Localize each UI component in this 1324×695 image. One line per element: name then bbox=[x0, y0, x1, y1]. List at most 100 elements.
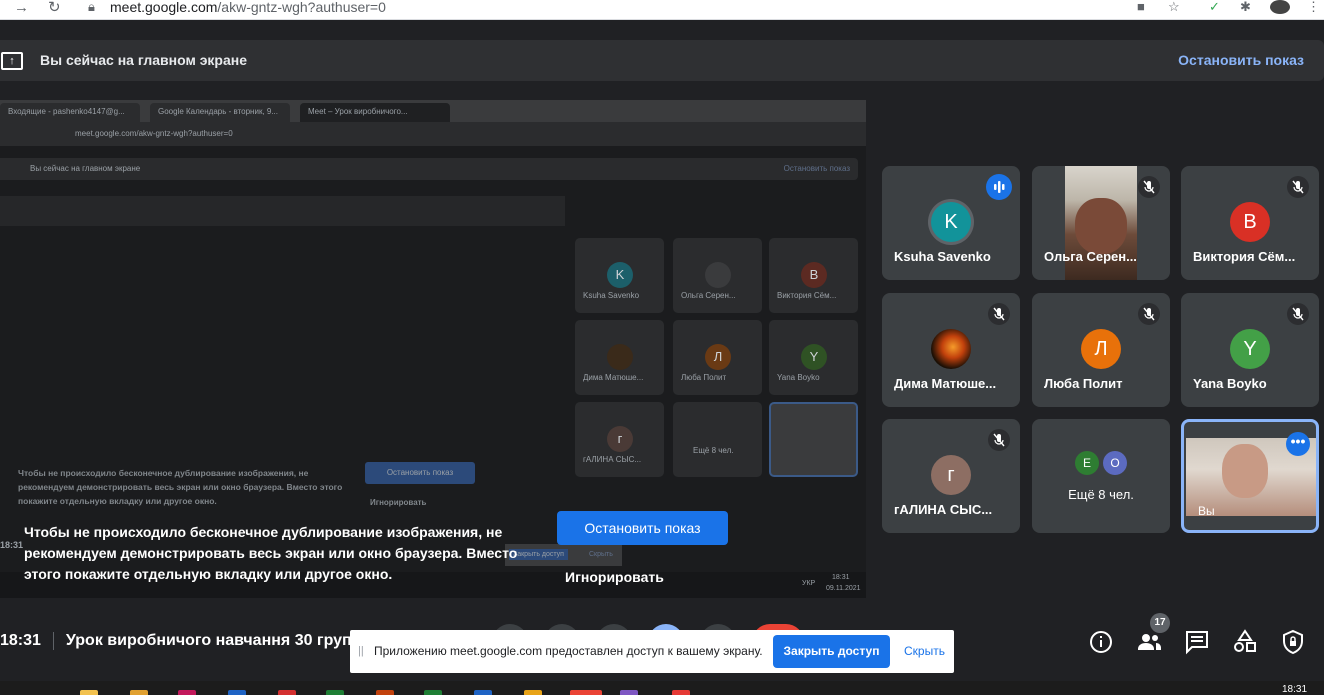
preview-avatar: Y bbox=[801, 344, 827, 370]
self-face bbox=[1222, 444, 1268, 498]
divider bbox=[52, 632, 54, 650]
reload-icon[interactable]: ↻ bbox=[48, 0, 61, 16]
browser-toolbar: → ↻ 🔒︎ meet.google.com/akw-gntz-wgh?auth… bbox=[0, 0, 1324, 20]
preview-avatar: Л bbox=[705, 344, 731, 370]
chat-icon[interactable] bbox=[1183, 628, 1211, 656]
preview-tile: Ольга Серен... bbox=[673, 238, 762, 313]
camera-icon[interactable]: ■ bbox=[1137, 0, 1145, 14]
viber-icon[interactable] bbox=[620, 690, 638, 695]
chrome-icon[interactable] bbox=[570, 690, 602, 695]
drag-handle-icon[interactable]: || bbox=[358, 645, 364, 657]
lock-icon[interactable]: 🔒︎ bbox=[88, 0, 95, 14]
banner-stop-presenting-button[interactable]: Остановить показ bbox=[1178, 52, 1304, 68]
participant-tile[interactable]: Y Yana Boyko bbox=[1181, 293, 1319, 407]
mic-off-icon bbox=[988, 429, 1010, 451]
participant-face bbox=[1075, 198, 1127, 254]
participant-avatar: K bbox=[931, 202, 971, 242]
participant-photo bbox=[931, 329, 971, 369]
participant-name: гАЛИНА СЫС... bbox=[894, 502, 993, 517]
participant-tile[interactable]: Ольга Серен... bbox=[1032, 166, 1170, 280]
preview-time: 18:31 bbox=[0, 540, 24, 550]
participant-tile[interactable]: K Ksuha Savenko bbox=[882, 166, 1020, 280]
participant-name: Люба Полит bbox=[1044, 376, 1123, 391]
preview-address-bar: meet.google.com/akw-gntz-wgh?authuser=0 bbox=[0, 122, 866, 146]
preview-banner: Вы сейчас на главном экране Остановить п… bbox=[0, 158, 858, 180]
preview-ignore-button: Игнорировать bbox=[370, 498, 427, 507]
participant-tile[interactable]: г гАЛИНА СЫС... bbox=[882, 419, 1020, 533]
participant-avatar: г bbox=[931, 455, 971, 495]
participant-avatar: Л bbox=[1081, 329, 1121, 369]
participant-tile[interactable]: Дима Матюше... bbox=[882, 293, 1020, 407]
preview-avatar: В bbox=[801, 262, 827, 288]
participant-name: Виктория Сём... bbox=[1193, 249, 1296, 264]
preview-stop-button: Остановить показ bbox=[365, 462, 475, 484]
windows-taskbar bbox=[0, 681, 1324, 695]
word-icon[interactable] bbox=[228, 690, 246, 695]
self-view-tile[interactable]: ••• Вы bbox=[1181, 419, 1319, 533]
preview-tile: Л Люба Полит bbox=[673, 320, 762, 395]
duplication-warning-text: Чтобы не происходило бесконечное дублиро… bbox=[24, 524, 518, 582]
powerpoint-icon[interactable] bbox=[376, 690, 394, 695]
participant-avatar: В bbox=[1230, 202, 1270, 242]
preview-tile: K Ksuha Savenko bbox=[575, 238, 664, 313]
profile-avatar[interactable] bbox=[1270, 0, 1290, 14]
forward-icon[interactable]: → bbox=[14, 0, 29, 16]
mic-off-icon bbox=[1287, 176, 1309, 198]
banner-text: Вы сейчас на главном экране bbox=[40, 52, 248, 68]
preview-url: meet.google.com/akw-gntz-wgh?authuser=0 bbox=[75, 129, 233, 138]
presentation-banner: ↑ Вы сейчас на главном экране Остановить… bbox=[0, 40, 1324, 81]
mini-avatar: O bbox=[1103, 451, 1127, 475]
info-icon[interactable] bbox=[1087, 628, 1115, 656]
stop-sharing-button[interactable]: Закрыть доступ bbox=[773, 635, 890, 668]
stop-presenting-button[interactable]: Остановить показ bbox=[557, 511, 728, 545]
participant-name: Дима Матюше... bbox=[894, 376, 997, 391]
preview-name: Ksuha Savenko bbox=[583, 291, 640, 300]
taskbar-app-icon[interactable] bbox=[672, 690, 690, 695]
extensions-icon[interactable]: ✱ bbox=[1240, 0, 1251, 14]
taskbar-app-icon[interactable] bbox=[424, 690, 442, 695]
mic-off-icon bbox=[1287, 303, 1309, 325]
participant-name: Ksuha Savenko bbox=[894, 249, 991, 264]
preview-tab: Входящие - pashenko4147@g... bbox=[0, 103, 140, 122]
hide-button[interactable]: Скрыть bbox=[904, 644, 945, 658]
file-explorer-icon[interactable] bbox=[80, 690, 98, 695]
preview-inner-banner bbox=[0, 196, 565, 226]
address-bar[interactable]: meet.google.com/akw-gntz-wgh?authuser=0 bbox=[110, 0, 386, 14]
participant-tile[interactable]: В Виктория Сём... bbox=[1181, 166, 1319, 280]
participant-tile[interactable]: Л Люба Полит bbox=[1032, 293, 1170, 407]
ignore-button[interactable]: Игнорировать bbox=[565, 569, 664, 585]
speaking-indicator-icon bbox=[986, 174, 1012, 200]
mic-off-icon bbox=[1138, 176, 1160, 198]
preview-name: Ещё 8 чел. bbox=[693, 446, 734, 455]
star-icon[interactable]: ☆ bbox=[1168, 0, 1180, 14]
preview-tile: Дима Матюше... bbox=[575, 320, 664, 395]
preview-tile: Ещё 8 чел. bbox=[673, 402, 762, 477]
taskbar-app-icon[interactable] bbox=[474, 690, 492, 695]
meeting-details: 18:31 Урок виробничого навчання 30 група bbox=[0, 632, 361, 650]
mic-off-icon bbox=[1138, 303, 1160, 325]
menu-icon[interactable]: ⋮ bbox=[1307, 0, 1320, 14]
taskbar-app-icon[interactable] bbox=[130, 690, 148, 695]
participant-name: Yana Boyko bbox=[1193, 376, 1267, 391]
host-controls-icon[interactable] bbox=[1279, 628, 1307, 656]
preview-banner-text: Вы сейчас на главном экране bbox=[30, 164, 141, 173]
more-participants-tile[interactable]: E O Ещё 8 чел. bbox=[1032, 419, 1170, 533]
preview-taskbar-date: 09.11.2021 bbox=[826, 585, 861, 592]
mini-avatar: E bbox=[1075, 451, 1099, 475]
taskbar-app-icon[interactable] bbox=[178, 690, 196, 695]
preview-video-thumb bbox=[705, 262, 731, 288]
url-host: meet.google.com bbox=[110, 0, 218, 15]
self-name: Вы bbox=[1198, 504, 1215, 518]
preview-share-hide: Скрыть bbox=[589, 551, 613, 558]
excel-icon[interactable] bbox=[326, 690, 344, 695]
preview-tab: Google Календарь - вторник, 9... bbox=[150, 103, 290, 122]
preview-name: Дима Матюше... bbox=[583, 373, 644, 382]
preview-name: Люба Полит bbox=[681, 373, 727, 382]
taskbar-app-icon[interactable] bbox=[524, 690, 542, 695]
preview-photo bbox=[607, 344, 633, 370]
activities-icon[interactable] bbox=[1231, 628, 1259, 656]
shield-extension-icon[interactable]: ✓ bbox=[1209, 0, 1220, 14]
preview-tile: г гАЛИНА СЫС... bbox=[575, 402, 664, 477]
pdf-icon[interactable] bbox=[278, 690, 296, 695]
more-options-button[interactable]: ••• bbox=[1286, 432, 1310, 456]
